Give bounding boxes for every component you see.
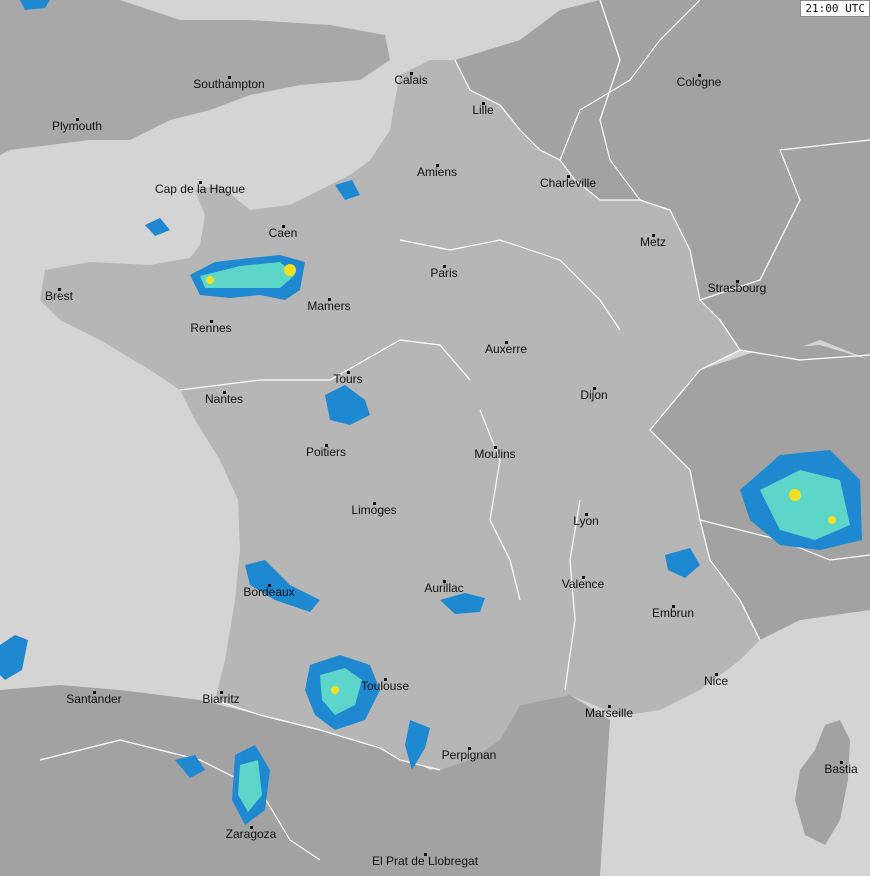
city-label-cologne: Cologne: [676, 75, 722, 89]
city-label-biarritz: Biarritz: [202, 692, 240, 706]
city-label-calais: Calais: [394, 73, 428, 87]
map-canvas: [0, 0, 870, 876]
city-label-caen: Caen: [268, 226, 298, 240]
city-label-nantes: Nantes: [204, 392, 244, 406]
city-label-el-prat-de-llobregat: El Prat de Llobregat: [371, 854, 479, 868]
city-label-dijon: Dijon: [580, 388, 608, 402]
city-label-southampton: Southampton: [193, 77, 265, 91]
city-label-limoges: Limoges: [351, 503, 397, 517]
city-label-amiens: Amiens: [416, 165, 458, 179]
city-label-perpignan: Perpignan: [441, 748, 497, 762]
city-label-mamers: Mamers: [307, 299, 351, 313]
city-label-metz: Metz: [639, 235, 667, 249]
city-label-valence: Valence: [561, 577, 605, 591]
city-label-plymouth: Plymouth: [51, 119, 103, 133]
city-label-poitiers: Poitiers: [305, 445, 347, 459]
city-label-auxerre: Auxerre: [484, 342, 528, 356]
city-label-cap-de-la-hague: Cap de la Hague: [154, 182, 246, 196]
city-label-lille: Lille: [472, 103, 494, 117]
city-label-bordeaux: Bordeaux: [243, 585, 295, 599]
city-label-charleville: Charleville: [539, 176, 597, 190]
city-label-brest: Brest: [44, 289, 74, 303]
city-label-tours: Tours: [333, 372, 363, 386]
city-label-rennes: Rennes: [190, 321, 232, 335]
radar-map[interactable]: Southampton Plymouth Calais Lille Cologne Ami…: [0, 0, 870, 876]
city-label-nice: Nice: [703, 674, 729, 688]
city-label-paris: Paris: [430, 266, 458, 280]
city-label-zaragoza: Zaragoza: [225, 827, 277, 841]
city-label-toulouse: Toulouse: [360, 679, 410, 693]
city-label-lyon: Lyon: [573, 514, 599, 528]
city-label-marseille: Marseille: [584, 706, 634, 720]
city-label-bastia: Bastia: [824, 762, 858, 776]
city-label-embrun: Embrun: [651, 606, 695, 620]
city-label-santander: Santander: [66, 692, 122, 706]
city-label-aurillac: Aurillac: [424, 581, 464, 595]
city-label-strasbourg: Strasbourg: [707, 281, 767, 295]
timestamp-badge: 21:00 UTC: [800, 0, 870, 17]
city-label-moulins: Moulins: [474, 447, 516, 461]
rain-normandy-peak: [284, 264, 296, 276]
